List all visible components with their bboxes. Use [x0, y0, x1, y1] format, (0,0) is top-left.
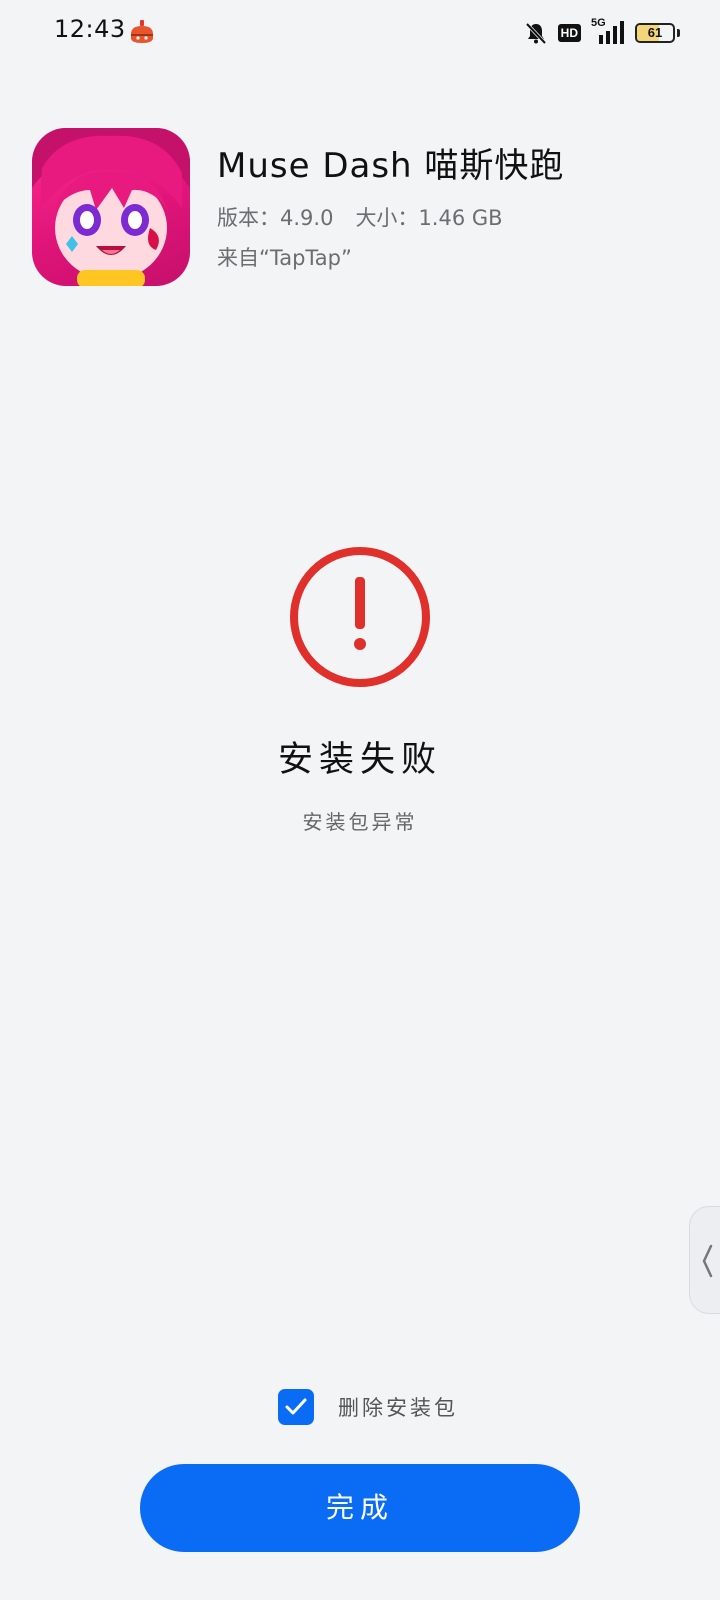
app-meta: 版本：4.9.0 大小：1.46 GB — [217, 202, 503, 232]
hd-badge: HD — [557, 24, 581, 42]
result-title: 安装失败 — [277, 740, 442, 780]
app-info: Muse Dash 喵斯快跑 版本：4.9.0 大小：1.46 GB 来自“Tap… — [32, 128, 692, 288]
mute-bell-icon — [525, 22, 546, 45]
battery-level: 61 — [647, 25, 663, 40]
app-notification-icon — [131, 20, 153, 43]
checkmark-icon — [285, 1398, 307, 1415]
size-label: 大小： — [355, 206, 419, 230]
size-value: 1.46 GB — [418, 206, 503, 230]
done-button[interactable]: 完成 — [140, 1464, 580, 1552]
status-time: 12:43 — [54, 15, 126, 43]
install-result: 安装失败 安装包异常 — [0, 545, 720, 835]
result-reason: 安装包异常 — [302, 810, 418, 834]
app-source: 来自“TapTap” — [217, 246, 352, 270]
side-panel-handle[interactable] — [689, 1206, 720, 1314]
delete-package-option[interactable]: 删除安装包 — [278, 1388, 458, 1426]
app-name: Muse Dash 喵斯快跑 — [217, 146, 565, 186]
status-icons: HD 5G 61 — [524, 17, 680, 48]
version-label: 版本： — [217, 206, 280, 230]
error-icon — [290, 547, 430, 687]
version-value: 4.9.0 — [280, 206, 334, 230]
chevron-left-icon — [702, 1244, 713, 1278]
battery-icon: 61 — [635, 23, 675, 43]
delete-package-label: 删除安装包 — [338, 1396, 458, 1420]
signal-icon: 5G — [591, 17, 625, 46]
status-bar: 12:43 HD 5G 61 — [0, 0, 720, 66]
delete-package-checkbox[interactable] — [278, 1389, 314, 1425]
app-icon — [32, 128, 190, 286]
